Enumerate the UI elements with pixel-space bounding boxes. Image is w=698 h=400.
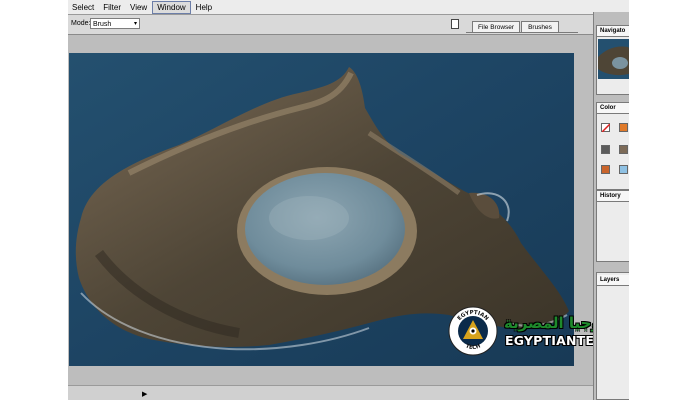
play-icon[interactable]: ▶ — [142, 390, 147, 398]
brown-swatch[interactable] — [619, 145, 628, 154]
tab-layers[interactable]: Layers — [597, 275, 629, 286]
chevron-down-icon: ▾ — [133, 21, 137, 27]
menu-select[interactable]: Select — [68, 1, 98, 14]
menu-help[interactable]: Help — [192, 1, 216, 14]
no-color-swatch[interactable] — [601, 123, 611, 133]
mode-label: Mode: — [71, 20, 91, 27]
egyptiantech-logo: EGYPTIAN TECH — [448, 306, 498, 356]
menu-filter[interactable]: Filter — [99, 1, 125, 14]
menu-bar: Select Filter View Window Help — [68, 0, 629, 15]
document-image[interactable] — [69, 53, 574, 366]
menu-window[interactable]: Window — [152, 0, 191, 14]
mode-value: Brush — [93, 21, 112, 28]
history-panel: History — [596, 190, 629, 262]
light-blue-swatch[interactable] — [619, 165, 628, 174]
photoshop-window: Select Filter View Window Help Mode: Bru… — [68, 0, 629, 400]
menu-view[interactable]: View — [126, 1, 151, 14]
panel-dock: Navigato Color History Layers — [593, 12, 629, 400]
color-panel: Color — [596, 102, 629, 190]
status-bar: ▶ — [68, 385, 593, 400]
navigator-thumbnail[interactable] — [598, 39, 629, 79]
mode-select[interactable]: Brush ▾ — [90, 18, 140, 29]
tab-history[interactable]: History — [597, 191, 629, 202]
rust-swatch[interactable] — [601, 165, 610, 174]
layers-panel: Layers — [596, 272, 629, 400]
options-bar: Mode: Brush ▾ File Browser Brushes — [68, 15, 629, 35]
tab-navigator[interactable]: Navigato — [597, 26, 629, 37]
tab-color[interactable]: Color — [597, 103, 629, 114]
document-icon[interactable] — [451, 19, 459, 29]
orange-swatch[interactable] — [619, 123, 628, 132]
navigator-panel: Navigato — [596, 25, 629, 95]
gray-swatch[interactable] — [601, 145, 610, 154]
palette-well-divider — [466, 32, 578, 33]
